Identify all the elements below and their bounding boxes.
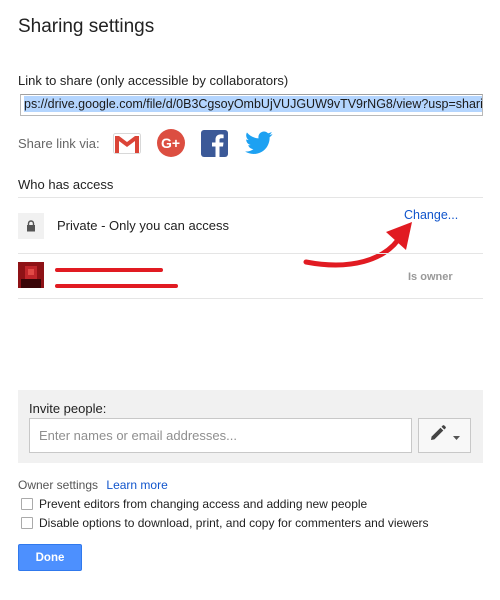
- owner-role: Is owner: [408, 271, 453, 283]
- divider: [18, 197, 483, 198]
- dialog-title: Sharing settings: [18, 16, 155, 37]
- who-has-access-heading: Who has access: [18, 177, 114, 192]
- permission-dropdown[interactable]: [418, 418, 471, 453]
- redaction-mark: [55, 268, 163, 272]
- prevent-editors-option: Prevent editors from changing access and…: [21, 497, 367, 511]
- learn-more-link[interactable]: Learn more: [106, 478, 167, 492]
- gmail-icon[interactable]: [112, 128, 142, 158]
- disable-download-label: Disable options to download, print, and …: [39, 516, 429, 530]
- svg-text:G+: G+: [161, 135, 180, 151]
- twitter-icon[interactable]: [244, 128, 274, 158]
- prevent-editors-checkbox[interactable]: [21, 498, 33, 510]
- facebook-icon[interactable]: [200, 128, 230, 158]
- divider: [18, 298, 483, 299]
- google-plus-icon[interactable]: G+: [156, 128, 186, 158]
- invite-panel: Invite people:: [18, 390, 483, 463]
- owner-settings-label: Owner settings: [18, 478, 99, 492]
- annotation-arrow: [303, 222, 412, 268]
- invite-label: Invite people:: [29, 401, 107, 416]
- share-via-row: Share link via: G+: [18, 128, 288, 158]
- share-via-label: Share link via:: [18, 135, 100, 151]
- lock-icon: [18, 213, 44, 239]
- invite-input[interactable]: [29, 418, 412, 453]
- pencil-icon: [429, 424, 447, 447]
- share-link-url: ps://drive.google.com/file/d/0B3CgsoyOmb…: [24, 96, 482, 112]
- link-label: Link to share (only accessible by collab…: [18, 73, 289, 88]
- redaction-mark: [55, 284, 178, 288]
- divider: [18, 253, 483, 254]
- owner-settings: Owner settings Learn more: [18, 478, 168, 492]
- prevent-editors-label: Prevent editors from changing access and…: [39, 497, 368, 511]
- share-link-field[interactable]: ps://drive.google.com/file/d/0B3CgsoyOmb…: [20, 94, 483, 116]
- disable-download-option: Disable options to download, print, and …: [21, 516, 429, 530]
- disable-download-checkbox[interactable]: [21, 517, 33, 529]
- caret-down-icon: [453, 427, 460, 445]
- done-button[interactable]: Done: [18, 544, 82, 571]
- avatar: [18, 262, 44, 288]
- privacy-status: Private - Only you can access: [57, 218, 229, 233]
